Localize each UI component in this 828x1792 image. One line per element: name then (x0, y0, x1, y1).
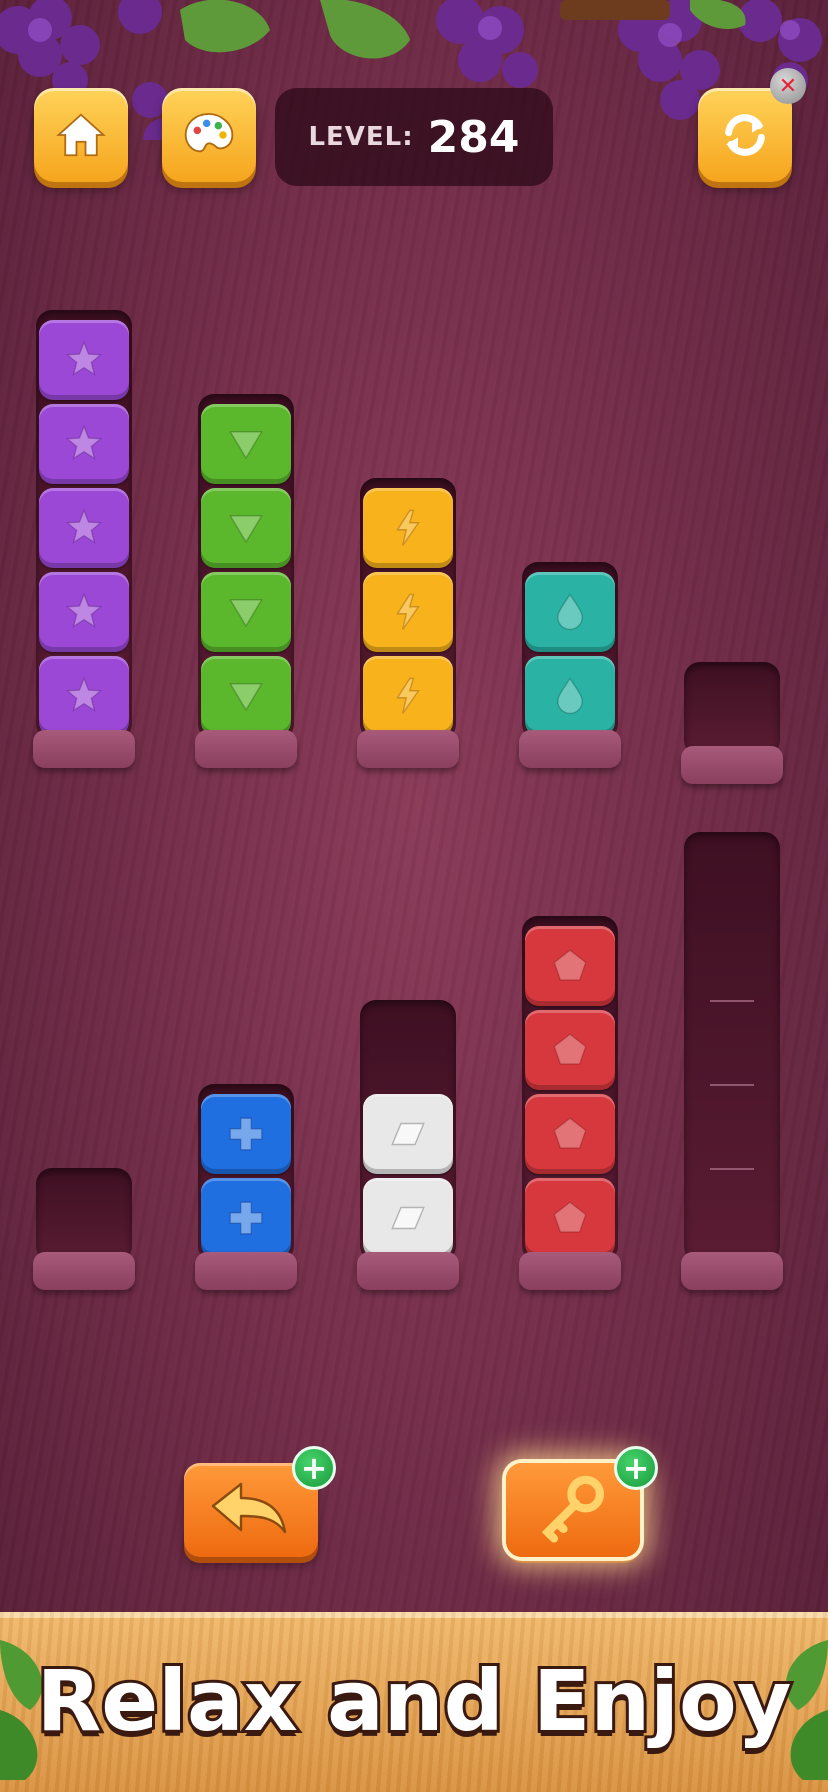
triangle-icon (229, 599, 263, 627)
banner-tagline: Relax and Enjoy (34, 1649, 795, 1753)
home-button[interactable] (34, 88, 128, 182)
close-icon: ✕ (778, 73, 798, 99)
theme-button[interactable] (162, 88, 256, 182)
tube-6-base (33, 1252, 135, 1290)
tube-2[interactable] (198, 394, 294, 740)
red-block[interactable] (525, 926, 615, 1006)
ad-close-button[interactable]: ✕ (770, 68, 806, 104)
star-icon (65, 676, 103, 712)
tube-6[interactable] (36, 1168, 132, 1262)
white-block[interactable] (363, 1178, 453, 1258)
undo-add-badge[interactable]: + (292, 1446, 336, 1490)
purple-block[interactable] (39, 572, 129, 652)
tube-4[interactable] (522, 562, 618, 740)
level-label: LEVEL: (308, 122, 414, 152)
restart-button[interactable] (698, 88, 792, 182)
tube-4-base (519, 730, 621, 768)
blue-block[interactable] (201, 1094, 291, 1174)
tube-7-base (195, 1252, 297, 1290)
star-icon (65, 508, 103, 544)
restart-icon (725, 114, 765, 156)
purple-block[interactable] (39, 320, 129, 400)
plus-icon (229, 1201, 263, 1235)
triangle-icon (229, 515, 263, 543)
tube-7[interactable] (198, 1084, 294, 1262)
tube-5[interactable] (684, 662, 780, 756)
level-indicator: LEVEL: 284 (275, 88, 553, 186)
capacity-mark (710, 1168, 754, 1170)
key-icon (541, 1475, 605, 1543)
home-icon (56, 113, 106, 157)
tube-9-base (519, 1252, 621, 1290)
lightning-icon (396, 593, 420, 630)
triangle-icon (229, 431, 263, 459)
tube-1[interactable] (36, 310, 132, 740)
drop-icon (557, 677, 583, 715)
tube-3-base (357, 730, 459, 768)
blue-block[interactable] (201, 1178, 291, 1258)
yellow-block[interactable] (363, 572, 453, 652)
green-block[interactable] (201, 488, 291, 568)
capacity-mark (710, 1000, 754, 1002)
red-block[interactable] (525, 1094, 615, 1174)
drop-icon (557, 593, 583, 631)
triangle-icon (229, 683, 263, 711)
tube-2-base (195, 730, 297, 768)
yellow-block[interactable] (363, 488, 453, 568)
plus-icon (229, 1117, 263, 1151)
capacity-mark (710, 1084, 754, 1086)
lightning-icon (396, 677, 420, 714)
lightning-icon (396, 509, 420, 546)
tube-5-base (681, 746, 783, 784)
palette-icon (184, 113, 234, 153)
green-block[interactable] (201, 572, 291, 652)
pentagon-icon (553, 1117, 587, 1149)
parallelogram-icon (391, 1206, 425, 1230)
pentagon-icon (553, 1201, 587, 1233)
level-number: 284 (427, 111, 520, 163)
parallelogram-icon (391, 1122, 425, 1146)
purple-block[interactable] (39, 488, 129, 568)
white-block[interactable] (363, 1094, 453, 1174)
tube-9[interactable] (522, 916, 618, 1262)
tube-10[interactable] (684, 832, 780, 1262)
tube-8[interactable] (360, 1000, 456, 1262)
tube-1-base (33, 730, 135, 768)
pentagon-icon (553, 949, 587, 981)
star-icon (65, 424, 103, 460)
purple-block[interactable] (39, 656, 129, 736)
tube-8-base (357, 1252, 459, 1290)
tube-10-base (681, 1252, 783, 1290)
key-add-badge[interactable]: + (614, 1446, 658, 1490)
star-icon (65, 592, 103, 628)
pentagon-icon (553, 1033, 587, 1065)
teal-block[interactable] (525, 572, 615, 652)
purple-block[interactable] (39, 404, 129, 484)
teal-block[interactable] (525, 656, 615, 736)
undo-arrow-icon (211, 1482, 287, 1534)
red-block[interactable] (525, 1010, 615, 1090)
tube-3[interactable] (360, 478, 456, 740)
green-block[interactable] (201, 404, 291, 484)
yellow-block[interactable] (363, 656, 453, 736)
star-icon (65, 340, 103, 376)
green-block[interactable] (201, 656, 291, 736)
red-block[interactable] (525, 1178, 615, 1258)
